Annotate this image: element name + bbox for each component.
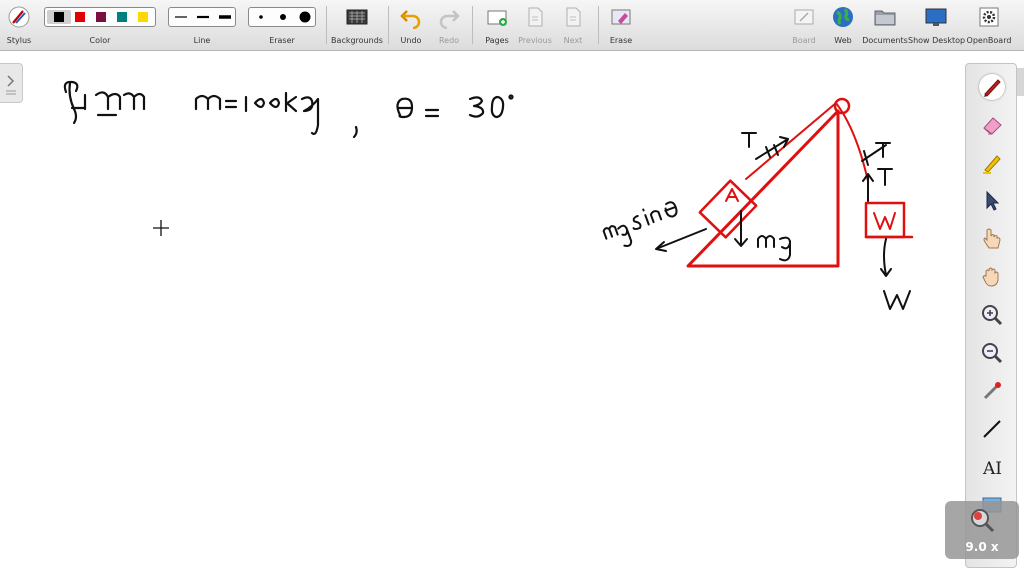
color-teal-swatch[interactable] bbox=[117, 12, 127, 22]
color-red-swatch[interactable] bbox=[75, 12, 85, 22]
openboard-label: OpenBoard bbox=[966, 36, 1012, 45]
svg-text:AI: AI bbox=[982, 459, 1002, 479]
text-tool[interactable]: AI bbox=[979, 454, 1005, 480]
eraser-tool[interactable] bbox=[979, 112, 1005, 138]
previous-button[interactable]: Previous bbox=[516, 0, 554, 50]
highlighter-icon bbox=[983, 155, 1001, 174]
color-purple-swatch[interactable] bbox=[96, 12, 106, 22]
hand-tool[interactable] bbox=[979, 264, 1005, 290]
next-button[interactable]: Next bbox=[556, 0, 590, 50]
line-label: Line bbox=[193, 36, 211, 45]
web-button[interactable]: Web bbox=[826, 0, 860, 50]
block-a-label bbox=[725, 188, 739, 202]
crosshair-cursor-icon bbox=[153, 220, 169, 236]
zoom-level: 9.0 x bbox=[965, 540, 999, 554]
zoom-out-icon bbox=[982, 343, 1003, 364]
right-edge-handle[interactable] bbox=[1017, 68, 1024, 96]
stylus-button[interactable]: Stylus bbox=[0, 0, 38, 50]
pointer-icon bbox=[986, 190, 1000, 211]
color-black-swatch[interactable] bbox=[54, 12, 64, 22]
incline-pulley-diagram bbox=[686, 97, 914, 268]
openboard-menu-button[interactable]: OpenBoard bbox=[966, 0, 1012, 50]
board-label: Board bbox=[792, 36, 816, 45]
pan-hand-icon bbox=[982, 267, 999, 287]
zoom-in-tool[interactable] bbox=[979, 302, 1005, 328]
next-label: Next bbox=[563, 36, 583, 45]
force-annotations bbox=[602, 132, 911, 310]
laser-icon bbox=[983, 382, 1001, 400]
documents-button[interactable]: Documents bbox=[862, 0, 908, 50]
previous-page-icon bbox=[528, 7, 543, 27]
show-desktop-label: Show Desktop bbox=[908, 36, 966, 45]
eraser-group: Eraser bbox=[248, 0, 316, 50]
magnifier-icon bbox=[971, 509, 995, 533]
board-button[interactable]: Board bbox=[788, 0, 820, 50]
redo-button[interactable]: Redo bbox=[434, 0, 464, 50]
line-group: Line bbox=[168, 0, 236, 50]
color-yellow-swatch[interactable] bbox=[138, 12, 148, 22]
pages-button[interactable]: Pages bbox=[480, 0, 514, 50]
tool-palette: AI bbox=[965, 63, 1017, 568]
zoom-out-tool[interactable] bbox=[979, 340, 1005, 366]
redo-icon bbox=[439, 10, 460, 29]
eraser-label: Eraser bbox=[269, 36, 295, 45]
block-w bbox=[864, 201, 906, 239]
backgrounds-button[interactable]: Backgrounds bbox=[330, 0, 384, 50]
next-page-icon bbox=[566, 7, 581, 27]
color-label: Color bbox=[89, 36, 111, 45]
undo-label: Undo bbox=[400, 36, 422, 45]
whiteboard-canvas[interactable] bbox=[0, 51, 960, 576]
pages-icon bbox=[487, 10, 507, 26]
pen-tool[interactable] bbox=[979, 74, 1005, 100]
web-label: Web bbox=[834, 36, 852, 45]
block-a bbox=[698, 179, 758, 239]
folder-icon bbox=[874, 10, 896, 26]
color-group: Color bbox=[44, 0, 156, 50]
laser-pointer-tool[interactable] bbox=[979, 378, 1005, 404]
zoom-indicator: 9.0 x bbox=[945, 501, 1019, 559]
gear-icon bbox=[979, 7, 999, 27]
erase-button[interactable]: Erase bbox=[604, 0, 638, 50]
show-desktop-button[interactable]: Show Desktop bbox=[908, 0, 966, 50]
board-icon bbox=[794, 9, 814, 25]
handwritten-given-text bbox=[63, 80, 514, 139]
globe-icon bbox=[833, 7, 853, 27]
color-palette bbox=[44, 7, 156, 27]
monitor-icon bbox=[925, 8, 947, 26]
line-tool[interactable] bbox=[979, 416, 1005, 442]
zoom-in-icon bbox=[982, 305, 1003, 326]
undo-icon bbox=[400, 10, 421, 29]
backgrounds-icon bbox=[346, 9, 368, 25]
toolbar-separator bbox=[326, 6, 327, 44]
erase-label: Erase bbox=[609, 36, 633, 45]
hand-pointer-icon bbox=[983, 228, 1001, 249]
eraser-icon bbox=[983, 117, 1002, 135]
highlighter-tool[interactable] bbox=[979, 150, 1005, 176]
text-icon: AI bbox=[982, 459, 1002, 479]
backgrounds-label: Backgrounds bbox=[331, 36, 383, 45]
erase-board-icon bbox=[611, 9, 631, 25]
stylus-icon bbox=[8, 6, 30, 28]
pages-label: Pages bbox=[485, 36, 509, 45]
line-width-options[interactable] bbox=[169, 8, 237, 28]
undo-button[interactable]: Undo bbox=[396, 0, 426, 50]
play-tool[interactable] bbox=[979, 226, 1005, 252]
rope-incline bbox=[745, 102, 837, 180]
rope-hanging bbox=[835, 102, 869, 182]
stylus-label: Stylus bbox=[6, 36, 32, 45]
selector-tool[interactable] bbox=[979, 188, 1005, 214]
eraser-size-options[interactable] bbox=[249, 8, 317, 28]
documents-label: Documents bbox=[862, 36, 908, 45]
line-icon bbox=[983, 420, 1001, 438]
pen-icon bbox=[984, 79, 1001, 97]
redo-label: Redo bbox=[438, 36, 460, 45]
previous-label: Previous bbox=[518, 36, 552, 45]
block-w-label bbox=[873, 212, 896, 230]
main-toolbar: Stylus Color Line Eraser Backgrounds Und… bbox=[0, 0, 1024, 51]
incline-triangle bbox=[686, 109, 840, 268]
